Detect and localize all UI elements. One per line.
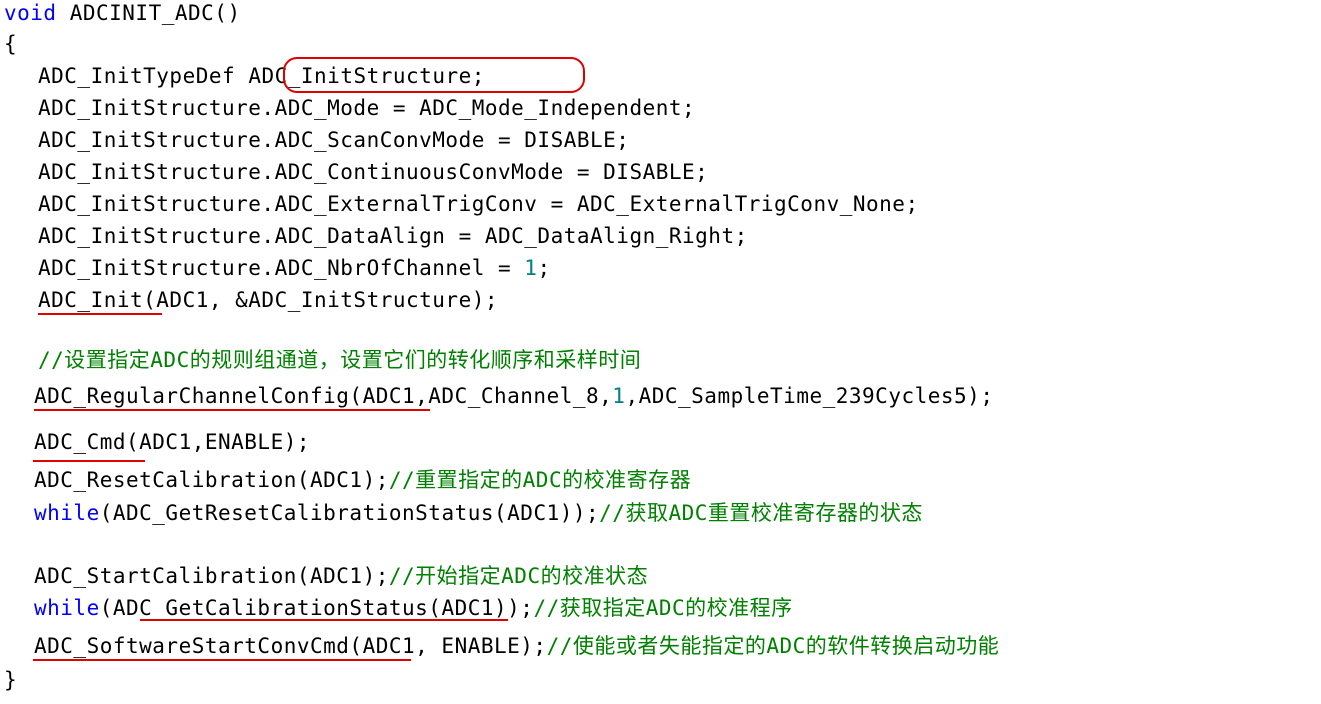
code-line-software-start-conv: ADC_SoftwareStartConvCmd(ADC1, ENABLE);/…: [34, 633, 999, 659]
regular-channel-call: ADC_RegularChannelConfig(ADC1,ADC_Channe…: [34, 384, 613, 408]
nbrofchannel-assign: ADC_InitStructure.ADC_NbrOfChannel =: [38, 256, 525, 280]
keyword-while: while: [34, 596, 100, 620]
underline-get-calibration-status: [140, 619, 508, 621]
comment-software-start: //使能或者失能指定的ADC的软件转换启动功能: [546, 634, 1000, 658]
highlight-oval-initstructure: [283, 57, 585, 93]
underline-adc-cmd: [33, 460, 145, 462]
start-calibration-call: ADC_StartCalibration(ADC1);: [34, 564, 389, 588]
semicolon: ;: [537, 256, 551, 280]
get-reset-calibration-status-call: (ADC_GetResetCalibrationStatus(ADC1));: [99, 501, 600, 525]
keyword-void: void: [4, 1, 57, 25]
number-literal: 1: [524, 256, 538, 280]
code-line-while-reset-status: while(ADC_GetResetCalibrationStatus(ADC1…: [34, 500, 923, 526]
code-line-nbrofchannel: ADC_InitStructure.ADC_NbrOfChannel = 1;: [38, 255, 551, 281]
function-signature-line: void ADCINIT_ADC(): [4, 0, 241, 26]
code-line-adc-cmd: ADC_Cmd(ADC1,ENABLE);: [34, 430, 311, 454]
underline-regular-channel-config: [34, 409, 430, 411]
code-line-externaltrig: ADC_InitStructure.ADC_ExternalTrigConv =…: [38, 192, 919, 216]
sample-time-arg: ,ADC_SampleTime_239Cycles5);: [625, 384, 994, 408]
code-line-reset-calibration: ADC_ResetCalibration(ADC1);//重置指定的ADC的校准…: [34, 467, 691, 493]
code-line-regular-channel-config: ADC_RegularChannelConfig(ADC1,ADC_Channe…: [34, 383, 993, 409]
get-calibration-status-call: (ADC_GetCalibrationStatus(ADC1));: [99, 596, 534, 620]
code-line-dataalign: ADC_InitStructure.ADC_DataAlign = ADC_Da…: [38, 224, 748, 248]
reset-calibration-call: ADC_ResetCalibration(ADC1);: [34, 468, 389, 492]
code-line-mode: ADC_InitStructure.ADC_Mode = ADC_Mode_In…: [38, 96, 696, 120]
function-name: ADCINIT_ADC(): [56, 1, 241, 25]
code-view: void ADCINIT_ADC() { ADC_InitTypeDef ADC…: [0, 0, 1321, 704]
number-literal: 1: [612, 384, 626, 408]
software-start-conv-call: ADC_SoftwareStartConvCmd(ADC1, ENABLE);: [34, 634, 547, 658]
keyword-while: while: [34, 501, 100, 525]
code-line-start-calibration: ADC_StartCalibration(ADC1);//开始指定ADC的校准状…: [34, 563, 648, 589]
underline-software-start-conv: [33, 659, 411, 661]
code-line-adc-init: ADC_Init(ADC1, &ADC_InitStructure);: [38, 288, 499, 312]
comment-start-calibration: //开始指定ADC的校准状态: [388, 564, 649, 588]
struct-type: ADC_InitTypeDef: [38, 64, 236, 88]
code-line-continuous: ADC_InitStructure.ADC_ContinuousConvMode…: [38, 160, 709, 184]
comment-reset-calibration: //重置指定的ADC的校准寄存器: [388, 468, 692, 492]
close-brace: }: [4, 668, 18, 692]
comment-reset-status: //获取ADC重置校准寄存器的状态: [599, 501, 923, 525]
comment-regular-channel: //设置指定ADC的规则组通道，设置它们的转化顺序和采样时间: [38, 348, 642, 372]
code-line-scanconv: ADC_InitStructure.ADC_ScanConvMode = DIS…: [38, 128, 630, 152]
open-brace: {: [4, 32, 18, 56]
comment-calibration-status: //获取指定ADC的校准程序: [533, 596, 793, 620]
code-line-while-calibration-status: while(ADC_GetCalibrationStatus(ADC1));//…: [34, 595, 793, 621]
underline-adc-init: [38, 313, 162, 315]
